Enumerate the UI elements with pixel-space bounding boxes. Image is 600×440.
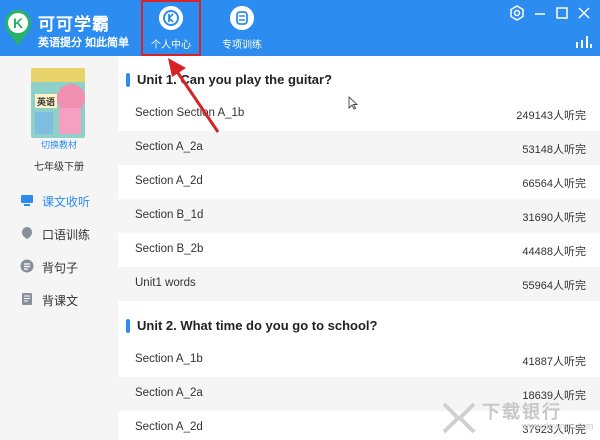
special-training-icon bbox=[230, 6, 254, 30]
section-name: Section B_1d bbox=[135, 209, 204, 221]
switch-textbook-link[interactable]: 切换教材 bbox=[0, 138, 118, 151]
mic-icon bbox=[22, 227, 32, 239]
unit-title-marker bbox=[126, 319, 130, 333]
watermark-url: www.downcc.com bbox=[522, 421, 594, 431]
sidebar-item-oral-training[interactable]: 口语训练 bbox=[0, 220, 118, 248]
nav-personal-center[interactable]: 个人中心 bbox=[141, 0, 201, 56]
maximize-icon[interactable] bbox=[553, 4, 571, 22]
list-icon bbox=[20, 259, 34, 273]
minimize-icon[interactable] bbox=[531, 4, 549, 22]
list-item[interactable]: Section A_2d 66564人听完 bbox=[118, 165, 600, 199]
sidebar-item-label: 背句子 bbox=[42, 261, 79, 275]
close-icon[interactable] bbox=[575, 4, 593, 22]
nav-personal-center-label: 个人中心 bbox=[151, 40, 191, 51]
signal-icon bbox=[576, 36, 592, 48]
sidebar-item-memorize-sentences[interactable]: 背句子 bbox=[0, 253, 118, 281]
sidebar-item-label: 口语训练 bbox=[42, 228, 91, 242]
textbook-cover-art: 英语 bbox=[31, 68, 85, 138]
nav-special-training-label: 专项训练 bbox=[222, 40, 262, 51]
app-logo: K 可可学霸 英语提分 如此简单 bbox=[4, 6, 129, 50]
section-name: Section Section A_1b bbox=[135, 107, 245, 119]
logo-letter: K bbox=[13, 15, 23, 31]
title-bar: K 可可学霸 英语提分 如此简单 个人中心 专项训练 bbox=[0, 0, 600, 56]
listen-count: 41887人听完 bbox=[522, 356, 586, 368]
section-name: Section A_2a bbox=[135, 387, 203, 399]
list-item[interactable]: Unit1 words 55964人听完 bbox=[118, 267, 600, 301]
listen-count: 66564人听完 bbox=[522, 178, 586, 190]
logo-icon: K bbox=[5, 10, 31, 46]
sidebar-item-text-listening[interactable]: 课文收听 bbox=[0, 187, 118, 215]
lesson-list: Unit 1. Can you play the guitar? Section… bbox=[118, 56, 600, 440]
settings-icon[interactable] bbox=[508, 4, 526, 22]
listen-count: 55964人听完 bbox=[522, 280, 586, 292]
listen-count: 249143人听完 bbox=[516, 110, 586, 122]
sidebar: 英语 切换教材 七年级下册 课文收听 口语训练 背句子 背课文 bbox=[0, 56, 118, 440]
monitor-icon bbox=[21, 195, 33, 206]
textbook-cover-title: 英语 bbox=[36, 96, 55, 108]
app-slogan: 英语提分 如此简单 bbox=[38, 37, 130, 49]
section-name: Section A_1b bbox=[135, 353, 203, 365]
section-name: Section A_2a bbox=[135, 141, 203, 153]
sidebar-item-memorize-text[interactable]: 背课文 bbox=[0, 286, 118, 314]
user-center-icon bbox=[159, 6, 183, 30]
section-name: Section B_2b bbox=[135, 243, 204, 255]
sidebar-item-label: 背课文 bbox=[42, 294, 79, 308]
app-name: 可可学霸 bbox=[38, 15, 110, 34]
nav-special-training[interactable]: 专项训练 bbox=[212, 0, 272, 56]
section-name: Section A_2d bbox=[135, 175, 203, 187]
book-icon bbox=[22, 293, 32, 305]
list-item[interactable]: Section A_1b 41887人听完 bbox=[118, 343, 600, 377]
sidebar-item-label: 课文收听 bbox=[42, 195, 91, 209]
grade-label: 七年级下册 bbox=[34, 162, 84, 173]
list-item[interactable]: Section B_1d 31690人听完 bbox=[118, 199, 600, 233]
listen-count: 44488人听完 bbox=[522, 246, 586, 258]
mouse-cursor-icon bbox=[348, 96, 358, 110]
unit-title-marker bbox=[126, 73, 130, 87]
textbook-cover[interactable]: 英语 bbox=[31, 68, 85, 138]
list-item[interactable]: Section B_2b 44488人听完 bbox=[118, 233, 600, 267]
section-name: Unit1 words bbox=[135, 277, 196, 289]
listen-count: 31690人听完 bbox=[522, 212, 586, 224]
listen-count: 53148人听完 bbox=[522, 144, 586, 156]
list-item[interactable]: Section Section A_1b 249143人听完 bbox=[118, 97, 600, 131]
unit-title-text: Unit 1. Can you play the guitar? bbox=[137, 72, 333, 87]
list-item[interactable]: Section A_2a 53148人听完 bbox=[118, 131, 600, 165]
section-name: Section A_2d bbox=[135, 421, 203, 433]
unit-title-text: Unit 2. What time do you go to school? bbox=[137, 318, 378, 333]
